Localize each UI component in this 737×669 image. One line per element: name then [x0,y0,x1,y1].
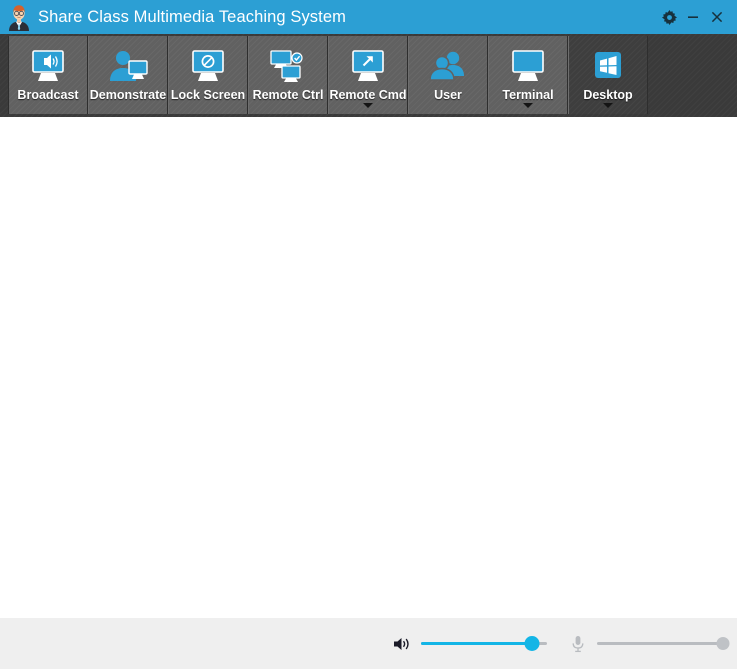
toolbar-button-remote-cmd[interactable]: Remote Cmd [328,36,408,114]
volume-slider-fill [421,642,532,645]
gear-icon [662,10,677,25]
lock-screen-icon [187,48,229,86]
chevron-down-icon[interactable] [603,103,613,108]
app-window: Share Class Multimedia Teaching System [0,0,737,669]
microphone-slider-thumb[interactable] [717,637,730,650]
toolbar-label: Remote Ctrl [253,88,324,102]
volume-control-group [391,636,547,652]
minimize-button[interactable] [681,5,705,29]
microphone-slider[interactable] [597,636,723,652]
microphone-icon[interactable] [567,635,589,653]
demonstrate-person-icon [107,48,149,86]
toolbar-button-broadcast[interactable]: Broadcast [8,36,88,114]
microphone-control-group [567,635,723,653]
toolbar-button-demonstrate[interactable]: Demonstrate [88,36,168,114]
title-bar: Share Class Multimedia Teaching System [0,0,737,34]
teacher-avatar-icon [6,3,32,31]
minimize-icon [686,10,700,24]
bottom-status-bar [0,618,737,669]
windows-desktop-icon [587,48,629,86]
toolbar-button-remote-ctrl[interactable]: Remote Ctrl [248,36,328,114]
toolbar-empty-area [648,36,737,117]
close-icon [710,10,724,24]
toolbar-button-lock-screen[interactable]: Lock Screen [168,36,248,114]
window-controls [657,5,737,29]
toolbar-label: Remote Cmd [329,88,406,102]
close-button[interactable] [705,5,729,29]
remote-control-icon [267,48,309,86]
toolbar-label: Desktop [583,88,632,102]
chevron-down-icon[interactable] [363,103,373,108]
main-content-area [0,117,737,618]
main-toolbar: Broadcast Demonstrate [0,34,737,117]
microphone-slider-track [597,642,723,645]
toolbar-label: Terminal [502,88,553,102]
toolbar-button-terminal[interactable]: Terminal [488,36,568,114]
remote-command-icon [347,48,389,86]
toolbar-label: Demonstrate [90,88,166,102]
toolbar-label: Lock Screen [171,88,245,102]
volume-slider[interactable] [421,636,547,652]
user-group-icon [427,48,469,86]
toolbar-button-desktop[interactable]: Desktop [568,36,648,114]
chevron-down-icon[interactable] [523,103,533,108]
volume-slider-thumb[interactable] [524,636,539,651]
terminal-monitor-icon [507,48,549,86]
toolbar-label: Broadcast [17,88,78,102]
settings-button[interactable] [657,5,681,29]
page-title: Share Class Multimedia Teaching System [38,9,346,26]
toolbar-label: User [434,88,462,102]
speaker-icon[interactable] [391,636,413,652]
toolbar-button-user[interactable]: User [408,36,488,114]
broadcast-monitor-icon [27,48,69,86]
